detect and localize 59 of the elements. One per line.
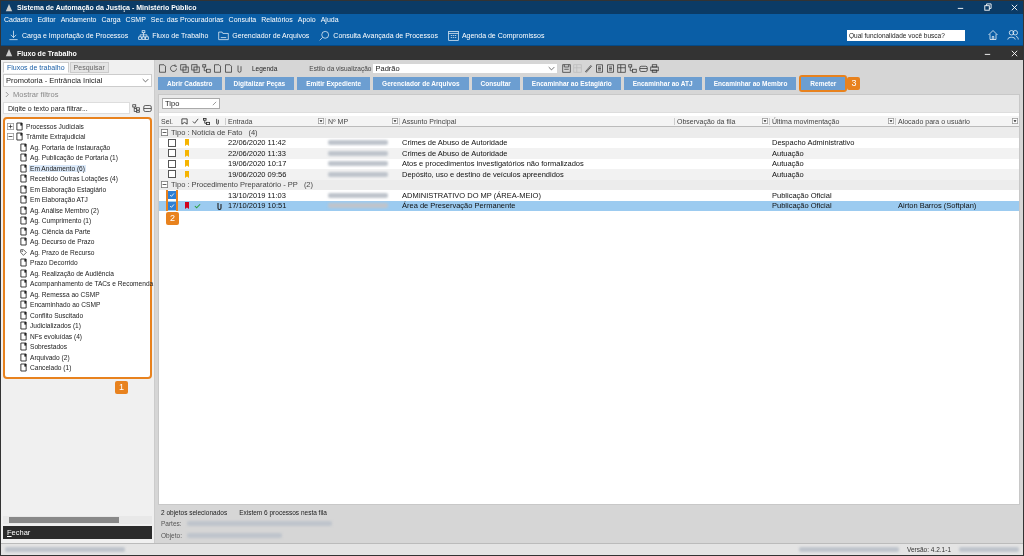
filter-dropdown-icon[interactable] — [392, 118, 398, 124]
step-badge: 1 — [115, 381, 128, 394]
expander-icon[interactable] — [7, 122, 14, 130]
filter-dropdown-icon[interactable] — [318, 118, 324, 124]
search-icon — [319, 29, 331, 41]
pencil-icon[interactable] — [584, 63, 594, 73]
tree-icon[interactable] — [202, 63, 211, 73]
close-icon[interactable] — [1010, 3, 1019, 12]
restore-icon[interactable] — [983, 3, 992, 12]
redacted-text — [959, 547, 1019, 552]
checkbox[interactable] — [168, 138, 176, 147]
caret-icon — [142, 78, 149, 83]
doc-icon[interactable] — [595, 63, 605, 73]
filter-dropdown-icon[interactable] — [1012, 118, 1018, 124]
collapse-icon[interactable] — [143, 103, 152, 113]
checkbox[interactable] — [168, 159, 176, 168]
filter-dropdown-icon[interactable] — [888, 118, 894, 124]
checkbox[interactable] — [168, 191, 176, 200]
print-icon[interactable] — [650, 63, 660, 73]
redacted-text — [328, 203, 388, 209]
filter-dropdown-icon[interactable] — [762, 118, 768, 124]
grid-icon[interactable] — [617, 63, 627, 73]
logo-icon — [5, 49, 13, 57]
scrollbar[interactable] — [3, 516, 152, 524]
redacted-text — [328, 192, 388, 198]
save-icon[interactable] — [562, 63, 572, 73]
expander-icon[interactable] — [161, 181, 168, 189]
tree-icon[interactable] — [628, 63, 638, 73]
users-icon[interactable] — [1007, 29, 1019, 41]
clip-icon[interactable] — [235, 63, 244, 73]
bookmark-icon — [181, 117, 188, 125]
checkbox[interactable] — [168, 170, 176, 179]
redacted-text — [328, 140, 388, 146]
redacted-text — [328, 171, 388, 177]
tree-icon — [203, 117, 210, 125]
hierarchy-icon — [138, 29, 150, 41]
step-badge: 3 — [847, 77, 861, 90]
calendar-icon — [447, 29, 459, 41]
folder-icon — [218, 29, 230, 41]
expander-icon[interactable] — [7, 133, 14, 141]
redacted-text — [328, 150, 388, 156]
check-icon — [192, 117, 199, 125]
home-icon[interactable] — [987, 29, 999, 41]
doc-icon[interactable] — [158, 63, 167, 73]
redacted-text — [328, 161, 388, 167]
step-badge: 2 — [166, 211, 179, 225]
caret-icon — [548, 65, 556, 71]
checkbox[interactable] — [168, 149, 176, 158]
paperclip-icon — [214, 117, 221, 125]
tree-icon[interactable] — [132, 103, 141, 113]
checkbox[interactable] — [168, 201, 176, 210]
download-icon — [8, 29, 19, 41]
tag-icon — [20, 247, 27, 257]
expander-icon[interactable] — [161, 128, 168, 136]
chevron-icon — [5, 91, 10, 98]
refresh-icon[interactable] — [169, 63, 178, 73]
doc-icon[interactable] — [606, 63, 616, 73]
logo-icon — [5, 3, 13, 12]
close-icon[interactable] — [1010, 48, 1019, 58]
